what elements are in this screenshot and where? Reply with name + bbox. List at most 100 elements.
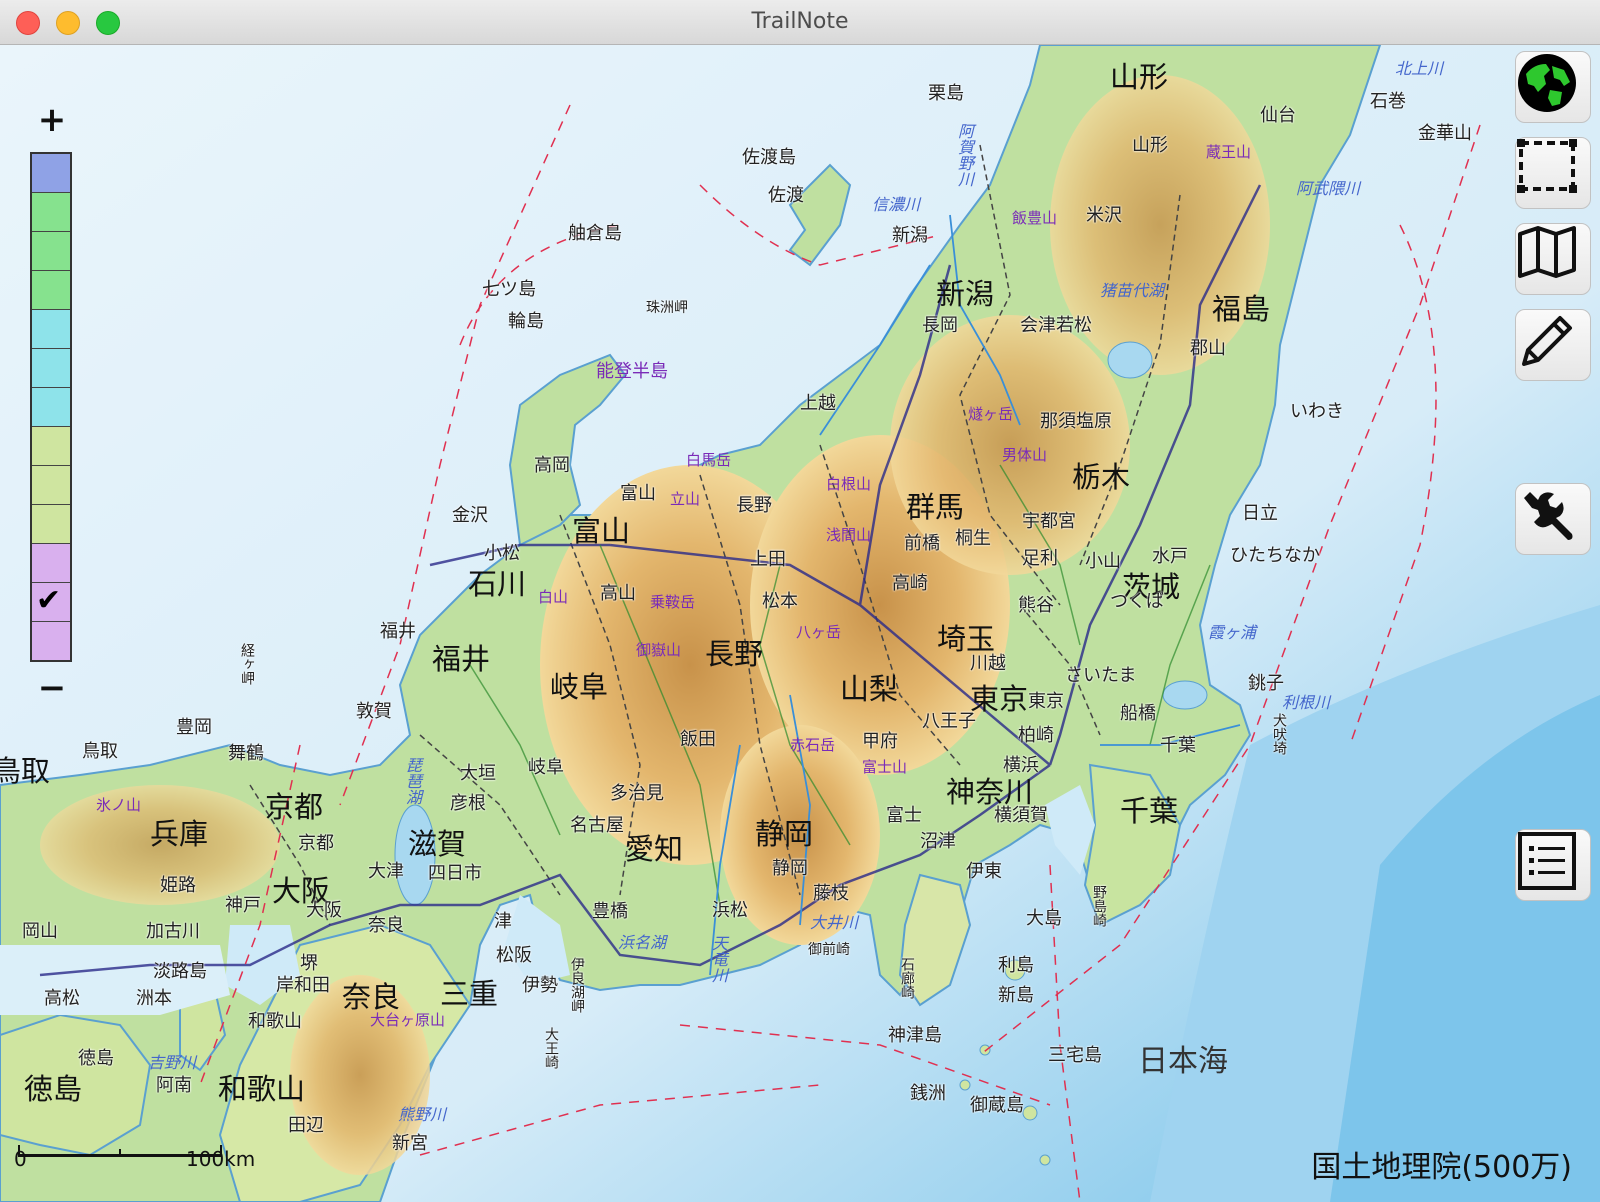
city-label-ito: 伊東 [966,861,1002,882]
select-area-button[interactable] [1515,137,1591,209]
pref-label-saitama: 埼玉 [937,622,996,656]
zoom-level-11[interactable] [32,544,70,583]
city-label-nagoya: 名古屋 [570,815,624,836]
city-label-yamagata: 山形 [1132,135,1168,156]
pref-label-toyama: 富山 [572,514,631,548]
city-label-nasushiobara: 那須塩原 [1040,411,1112,432]
city-label-himeji: 姫路 [160,875,196,896]
water-label-tenryugawa: 天竜川 [709,935,728,983]
water-label-kitakamigawa: 北上川 [1395,59,1444,78]
city-label-tottori: 鳥取 [82,741,118,762]
pref-label-gifu: 岐阜 [550,670,609,704]
city-label-funabashi: 船橋 [1120,703,1156,724]
city-label-matsusaka: 松阪 [496,945,532,966]
map-view[interactable]: 山形 新潟 福島 栃木 群馬 茨城 埼玉 東京 山梨 長野 富山 石川 福井 岐… [0,45,1600,1202]
zoom-level-4[interactable] [32,271,70,310]
scale-start-label: 0 [14,1147,27,1171]
city-label-yokohama: 横浜 [1003,755,1039,776]
feature-label-omaezaki: 御前崎 [808,942,850,958]
mtn-label-nantaisan: 男体山 [1002,446,1048,464]
edit-button[interactable] [1515,309,1591,381]
city-label-matsumoto: 松本 [762,591,798,612]
city-label-nara: 奈良 [368,915,404,936]
water-label-kumanogawa: 熊野川 [398,1105,447,1124]
zoom-level-9[interactable] [32,466,70,505]
zoom-level-7[interactable] [32,388,70,427]
list-button[interactable] [1515,829,1591,901]
zoom-out-button[interactable]: − [37,671,67,705]
city-label-takasaki: 高崎 [892,573,928,594]
water-label-shinanogawa: 信濃川 [872,195,921,214]
city-label-kiryu: 桐生 [955,528,991,549]
water-label-kasumigaura: 霞ヶ浦 [1208,623,1257,642]
pref-label-fukushima: 福島 [1212,292,1271,326]
city-label-choshi: 銚子 [1248,673,1284,694]
city-label-wajima: 輪島 [508,311,544,332]
city-label-kakogawa: 加古川 [146,921,200,942]
city-label-kozushima: 神津島 [888,1025,942,1046]
zoom-level-12[interactable]: ✔ [32,583,70,622]
city-label-fukui: 福井 [380,621,416,642]
city-label-takayama: 高山 [600,583,636,604]
city-label-sakai: 堺 [300,953,318,974]
city-label-shizuoka: 静岡 [772,858,808,879]
city-label-takamatsu: 高松 [44,988,80,1009]
mtn-label-iidesan: 飯豊山 [1012,209,1058,227]
pref-label-mie: 三重 [440,977,499,1011]
city-label-kobe: 神戸 [225,895,261,916]
city-label-kyoto: 京都 [298,833,334,854]
island-kozushima [959,1079,971,1091]
zoom-level-8[interactable] [32,427,70,466]
city-label-toyooka: 豊岡 [176,717,212,738]
mtn-label-zaozan: 蔵王山 [1206,143,1252,161]
mtn-label-hakusan: 白山 [538,588,569,606]
feature-label-izu-1: 日本海 [1138,1044,1228,1079]
pref-label-tochigi: 栃木 [1072,460,1131,494]
city-label-hitachinaka: ひたちなか [1230,545,1320,566]
pref-label-nagano: 長野 [705,637,764,671]
globe-button[interactable] [1515,51,1591,123]
city-label-zenisu: 銭洲 [910,1083,946,1104]
zoom-level-10[interactable] [32,505,70,544]
city-label-takaoka: 高岡 [534,455,570,476]
city-label-komatsu: 小松 [484,543,520,564]
city-label-maebashi: 前橋 [904,533,940,554]
feature-label-noto: 能登半島 [596,361,668,382]
settings-button[interactable] [1515,483,1591,555]
mtn-label-shiroumadake: 白馬岳 [686,451,732,469]
pref-label-tokyo: 東京 [970,682,1029,716]
feature-label-nojimazaki: 野島崎 [1091,885,1107,927]
city-label-miyakejima: 三宅島 [1048,1045,1102,1066]
city-label-koriyama: 郡山 [1190,338,1226,359]
island-niijima [979,1044,991,1056]
city-label-ishinomaki: 石巻 [1370,91,1406,112]
zoom-level-13[interactable] [32,622,70,660]
zoom-level-2[interactable] [32,193,70,232]
city-label-maizuru: 舞鶴 [228,743,264,764]
zoom-level-5[interactable] [32,310,70,349]
pref-label-fukui: 福井 [432,642,491,676]
city-label-yonezawa: 米沢 [1086,205,1122,226]
city-label-hitachi: 日立 [1242,503,1278,524]
title-bar: TrailNote [0,0,1600,45]
feature-label-irozaki: 石廊崎 [899,957,915,999]
city-label-tokushima: 徳島 [78,1048,114,1069]
zoom-level-3[interactable] [32,232,70,271]
city-label-tajimi: 多治見 [610,783,664,804]
city-label-osaka: 大阪 [306,900,342,921]
mtn-label-hyonosen: 氷ノ山 [96,796,142,814]
city-label-tsuruga: 敦賀 [356,701,392,722]
zoom-level-bar[interactable]: ✔ [30,152,72,662]
city-label-oshima: 大島 [1026,908,1062,929]
map-button[interactable] [1515,223,1591,295]
zoom-level-1[interactable] [32,154,70,193]
city-label-nagaoka: 長岡 [922,315,958,336]
city-label-niigata: 新潟 [892,225,928,246]
mtn-label-hiuchigatake: 燧ヶ岳 [968,405,1014,423]
city-label-kashiwazaki: 柏崎 [1018,725,1054,746]
zoom-in-button[interactable]: + [37,103,67,137]
zoom-level-6[interactable] [32,349,70,388]
city-label-otsu: 大津 [368,861,404,882]
city-label-sumoto: 洲本 [136,988,172,1009]
pref-label-yamanashi: 山梨 [840,672,899,706]
